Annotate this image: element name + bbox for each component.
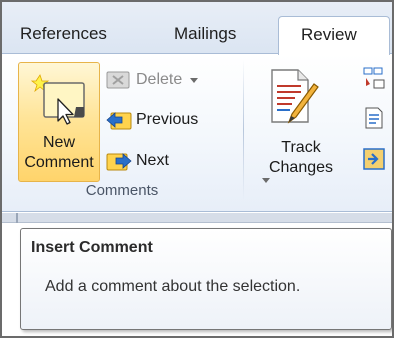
next-comment-icon bbox=[106, 153, 132, 171]
tooltip-description: Add a comment about the selection. bbox=[45, 278, 301, 295]
tab-mailings[interactable]: Mailings bbox=[174, 24, 236, 44]
group-separator bbox=[243, 60, 244, 200]
horizontal-ruler bbox=[2, 213, 392, 223]
tab-review[interactable]: Review bbox=[278, 16, 390, 55]
ribbon-tab-strip: References Mailings Review bbox=[2, 2, 392, 55]
track-changes-label: Track Changes bbox=[254, 138, 348, 183]
delete-dropdown-arrow-icon[interactable] bbox=[190, 77, 199, 83]
next-comment-button[interactable]: Next bbox=[106, 147, 169, 175]
reviewing-pane-icon[interactable] bbox=[362, 106, 386, 130]
balloons-icon[interactable] bbox=[362, 66, 386, 90]
track-changes-dropdown-arrow-icon[interactable] bbox=[262, 178, 270, 183]
tab-references[interactable]: References bbox=[20, 24, 107, 44]
ruler-marker[interactable] bbox=[16, 213, 18, 223]
track-changes-button[interactable]: Track Changes bbox=[254, 62, 348, 192]
show-markup-icon[interactable] bbox=[362, 147, 386, 171]
new-comment-button[interactable]: New Comment bbox=[18, 62, 100, 182]
new-comment-label: New Comment bbox=[24, 134, 94, 171]
tooltip-title: Insert Comment bbox=[31, 239, 153, 256]
comments-group-label: Comments bbox=[85, 182, 159, 199]
track-changes-icon bbox=[271, 69, 319, 124]
ribbon-review-panel: New Comment Delete Previous Next Comment… bbox=[2, 54, 392, 212]
new-comment-icon bbox=[30, 74, 85, 125]
previous-comment-button[interactable]: Previous bbox=[106, 106, 198, 134]
insert-comment-tooltip: Insert Comment Add a comment about the s… bbox=[20, 228, 392, 330]
delete-comment-button[interactable]: Delete bbox=[106, 66, 199, 94]
word-ribbon-window: References Mailings Review New Comment D bbox=[0, 0, 394, 338]
previous-comment-icon bbox=[106, 112, 132, 130]
delete-comment-icon bbox=[106, 71, 130, 89]
